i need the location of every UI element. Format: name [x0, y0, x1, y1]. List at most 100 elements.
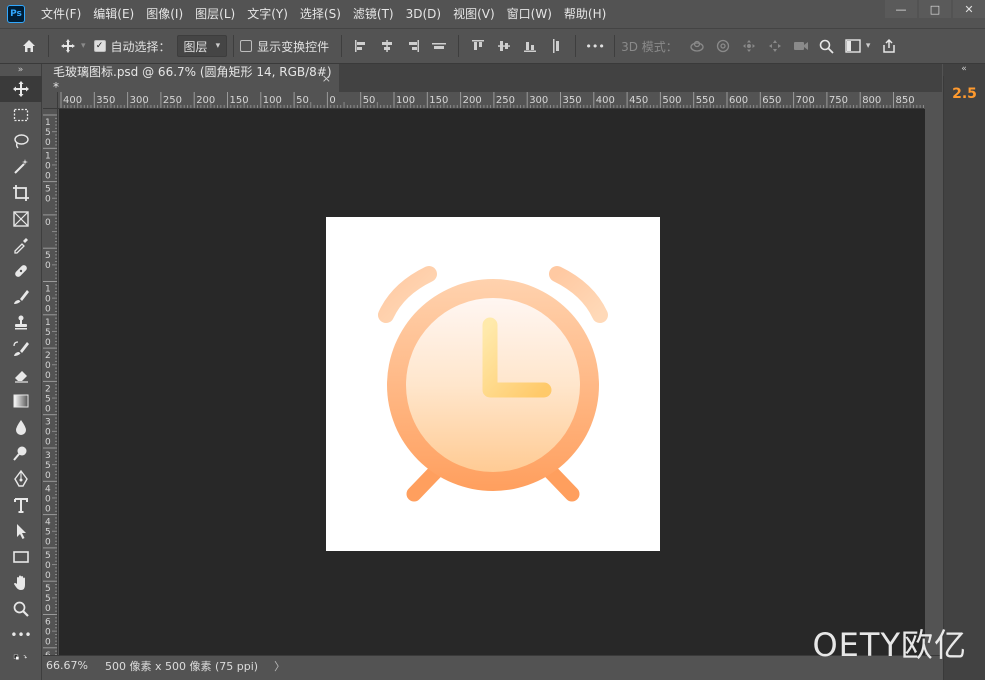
- path-selection-tool-icon[interactable]: [0, 518, 42, 544]
- gradient-tool-icon[interactable]: [0, 388, 42, 414]
- window-controls: — □ ✕: [883, 0, 985, 18]
- menu-type[interactable]: 文字(Y): [241, 0, 294, 28]
- color-swap-icon[interactable]: [0, 648, 42, 666]
- auto-select-checkbox[interactable]: ✓: [93, 40, 106, 52]
- zoom-tool-icon[interactable]: [0, 596, 42, 622]
- horizontal-ruler[interactable]: 400 350 300 250 200 150 100 50 0 50 100 150 200 250 30…: [58, 92, 924, 109]
- ruler-label: 0: [45, 638, 51, 648]
- toolbar-collapse-icon[interactable]: »: [0, 64, 41, 76]
- ruler-label: 3: [45, 418, 51, 428]
- search-icon[interactable]: [814, 33, 840, 59]
- align-center-icon[interactable]: [374, 33, 400, 59]
- ruler-label: 1: [45, 318, 51, 328]
- move-tool-icon[interactable]: [0, 76, 42, 102]
- brush-tool-icon[interactable]: [0, 284, 42, 310]
- show-transform-checkbox[interactable]: [240, 40, 253, 52]
- lasso-tool-icon[interactable]: [0, 128, 42, 154]
- ruler-label: 6: [45, 618, 51, 628]
- magic-wand-tool-icon[interactable]: [0, 154, 42, 180]
- workspace-icon[interactable]: [840, 33, 866, 59]
- align-bottom-icon[interactable]: [517, 33, 543, 59]
- close-tab-icon[interactable]: ×: [322, 72, 331, 85]
- healing-brush-tool-icon[interactable]: [0, 258, 42, 284]
- chevron-down-icon[interactable]: ▾: [866, 41, 871, 51]
- distribute-horizontal-icon[interactable]: [426, 33, 452, 59]
- 3d-pan-icon[interactable]: [736, 33, 762, 59]
- marquee-tool-icon[interactable]: [0, 102, 42, 128]
- ruler-label: 5: [45, 185, 51, 195]
- version-badge: 2.5: [952, 86, 977, 102]
- share-icon[interactable]: [876, 33, 902, 59]
- separator: [48, 35, 49, 57]
- home-icon[interactable]: [16, 33, 42, 59]
- align-middle-icon[interactable]: [491, 33, 517, 59]
- menu-window[interactable]: 窗口(W): [501, 0, 558, 28]
- status-menu-arrow-icon[interactable]: 〉: [274, 658, 285, 674]
- dodge-tool-icon[interactable]: [0, 440, 42, 466]
- history-brush-tool-icon[interactable]: [0, 336, 42, 362]
- right-panel-collapse-icon[interactable]: «: [943, 64, 985, 76]
- ruler-origin[interactable]: [43, 92, 58, 109]
- more-options-button[interactable]: •••: [582, 33, 608, 59]
- 3d-camera-icon[interactable]: [788, 33, 814, 59]
- ruler-label: 0: [45, 571, 51, 581]
- menu-edit[interactable]: 编辑(E): [87, 0, 140, 28]
- clone-stamp-tool-icon[interactable]: [0, 310, 42, 336]
- ruler-label: 0: [45, 561, 51, 571]
- ruler-label: 0: [45, 295, 51, 305]
- vertical-ruler[interactable]: 1501005005010015020025030035040045050055…: [43, 109, 58, 655]
- separator: [614, 35, 616, 57]
- ruler-label: 4: [45, 484, 51, 494]
- menu-help[interactable]: 帮助(H): [558, 0, 612, 28]
- ruler-label: 400: [63, 95, 82, 106]
- move-tool-preset-icon[interactable]: [55, 33, 81, 59]
- menu-view[interactable]: 视图(V): [447, 0, 501, 28]
- ruler-label: 0: [45, 494, 51, 504]
- watermark-text: OETY欧亿: [812, 626, 967, 664]
- auto-select-target-dropdown[interactable]: 图层 ▾: [176, 35, 228, 57]
- document-tab[interactable]: 毛玻璃图标.psd @ 66.7% (圆角矩形 14, RGB/8#) * ×: [43, 64, 339, 94]
- vertical-scrollbar[interactable]: [925, 109, 942, 655]
- menu-select[interactable]: 选择(S): [294, 0, 347, 28]
- ruler-label: 0: [45, 628, 51, 638]
- maximize-button[interactable]: □: [919, 0, 951, 18]
- ruler-label: 0: [45, 195, 51, 205]
- align-left-icon[interactable]: [348, 33, 374, 59]
- menu-layer[interactable]: 图层(L): [189, 0, 241, 28]
- ruler-label: 50: [296, 95, 309, 106]
- 3d-slide-icon[interactable]: [762, 33, 788, 59]
- eyedropper-tool-icon[interactable]: [0, 232, 42, 258]
- type-tool-icon[interactable]: [0, 492, 42, 518]
- menu-image[interactable]: 图像(I): [140, 0, 189, 28]
- pen-tool-icon[interactable]: [0, 466, 42, 492]
- crop-tool-icon[interactable]: [0, 180, 42, 206]
- blur-tool-icon[interactable]: [0, 414, 42, 440]
- ruler-label: 100: [263, 95, 282, 106]
- distribute-vertical-icon[interactable]: [543, 33, 569, 59]
- menu-3d[interactable]: 3D(D): [400, 0, 447, 28]
- align-top-icon[interactable]: [465, 33, 491, 59]
- ruler-label: 0: [45, 171, 51, 181]
- ruler-label: 850: [896, 95, 915, 106]
- 3d-roll-icon[interactable]: [710, 33, 736, 59]
- hand-tool-icon[interactable]: [0, 570, 42, 596]
- edit-toolbar-icon[interactable]: •••: [0, 622, 42, 648]
- rectangle-tool-icon[interactable]: [0, 544, 42, 570]
- menu-file[interactable]: 文件(F): [35, 0, 87, 28]
- chevron-down-icon: ▾: [215, 41, 221, 51]
- canvas-workspace[interactable]: [59, 109, 925, 655]
- frame-tool-icon[interactable]: [0, 206, 42, 232]
- menu-filter[interactable]: 滤镜(T): [347, 0, 400, 28]
- ruler-label: 350: [96, 95, 115, 106]
- 3d-orbit-icon[interactable]: [684, 33, 710, 59]
- zoom-level-field[interactable]: 66.67%: [43, 659, 93, 672]
- close-window-button[interactable]: ✕: [953, 0, 985, 18]
- chevron-down-icon[interactable]: ▾: [81, 41, 86, 51]
- ruler-label: 650: [762, 95, 781, 106]
- artboard[interactable]: [326, 217, 660, 551]
- eraser-tool-icon[interactable]: [0, 362, 42, 388]
- minimize-button[interactable]: —: [885, 0, 917, 18]
- align-right-icon[interactable]: [400, 33, 426, 59]
- ruler-label: 500: [662, 95, 681, 106]
- document-tab-bar: 毛玻璃图标.psd @ 66.7% (圆角矩形 14, RGB/8#) * ×: [43, 64, 942, 94]
